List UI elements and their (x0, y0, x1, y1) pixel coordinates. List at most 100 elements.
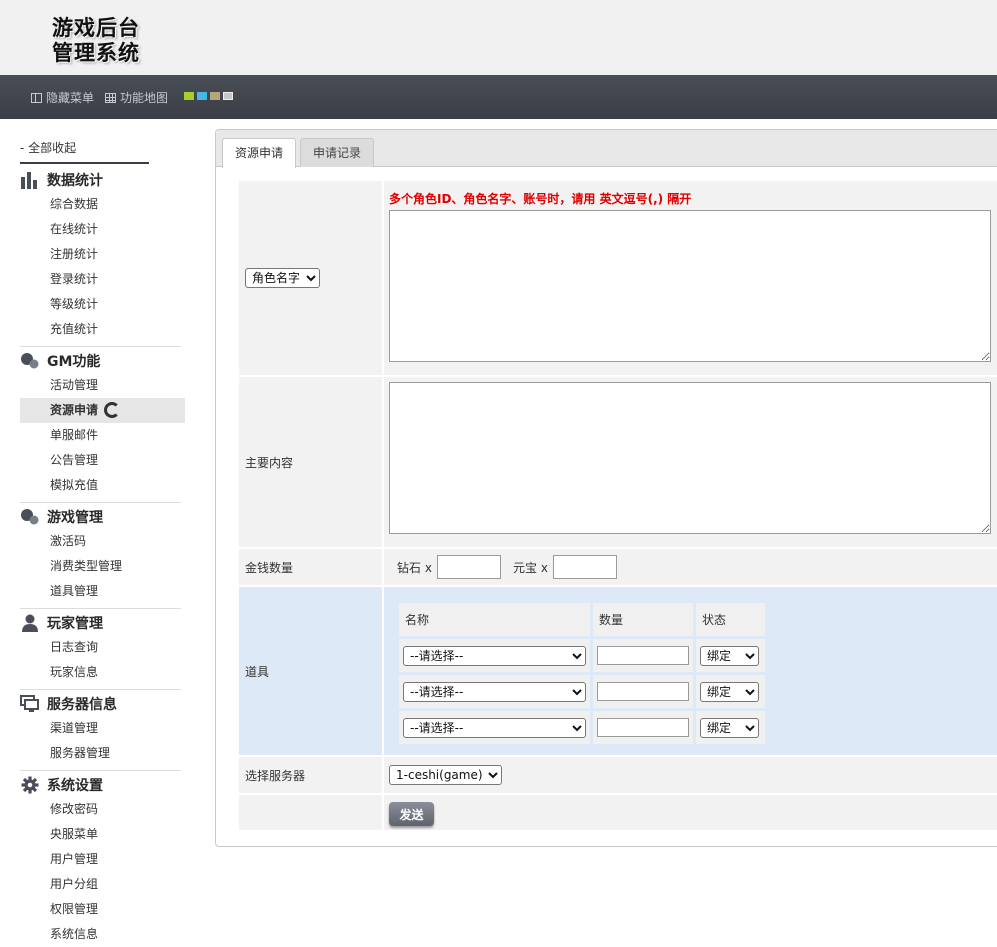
item-row: --请选择-- 绑定 (399, 639, 765, 672)
sidebar-item[interactable]: 单服邮件 (20, 423, 181, 448)
sidebar-group-header[interactable]: 数据统计 (20, 167, 181, 192)
target-type-cell: 角色名字 (239, 181, 382, 375)
theme-swatches (184, 92, 233, 100)
sidebar-divider (20, 502, 181, 503)
form-row-submit: 发送 (239, 795, 997, 830)
function-map-label: 功能地图 (120, 91, 169, 105)
item-status-cell: 绑定 (696, 639, 765, 672)
sidebar-item[interactable]: 用户管理 (20, 847, 181, 872)
item-status-select[interactable]: 绑定 (700, 681, 759, 702)
sidebar-group-header[interactable]: 服务器信息 (20, 691, 181, 716)
yuanbao-input[interactable] (552, 555, 617, 579)
sidebar-group-gm: GM功能 活动管理 资源申请 单服邮件 公告管理 模拟充值 (20, 348, 185, 503)
sidebar-item[interactable]: 消费类型管理 (20, 554, 181, 579)
item-row: --请选择-- 绑定 (399, 675, 765, 708)
item-status-select[interactable]: 绑定 (700, 717, 759, 738)
tab-apply-records[interactable]: 申请记录 (300, 138, 375, 167)
sidebar-item-label: 资源申请 (50, 403, 99, 417)
theme-swatch-tan[interactable] (210, 92, 220, 100)
sidebar-item[interactable]: 系统信息 (20, 922, 181, 947)
item-count-input[interactable] (597, 682, 689, 701)
sidebar-item[interactable]: 综合数据 (20, 192, 181, 217)
tab-resource-apply[interactable]: 资源申请 (222, 138, 297, 168)
server-label: 选择服务器 (239, 757, 382, 793)
sidebar-group-system: 系统设置 修改密码 央服菜单 用户管理 用户分组 权限管理 系统信息 (20, 772, 181, 947)
item-name-cell: --请选择-- (399, 711, 590, 744)
items-cell: 名称 数量 状态 --请选择-- 绑定 --请选择-- 绑定 --请选择-- 绑… (384, 587, 997, 755)
sidebar-item[interactable]: 用户分组 (20, 872, 181, 897)
sidebar-item[interactable]: 日志查询 (20, 635, 181, 660)
target-type-select[interactable]: 角色名字 (245, 268, 320, 288)
target-list-textarea[interactable] (389, 210, 991, 362)
app-logo: 游戏后台 管理系统 (52, 15, 140, 65)
sidebar-item[interactable]: 等级统计 (20, 292, 181, 317)
sidebar-item[interactable]: 服务器管理 (20, 741, 181, 766)
sidebar-item[interactable]: 公告管理 (20, 448, 181, 473)
item-count-input[interactable] (597, 718, 689, 737)
logo-line1: 游戏后台 (52, 15, 140, 40)
sidebar-group-title: GM功能 (47, 353, 101, 370)
user-icon (20, 614, 40, 632)
sidebar-item[interactable]: 充值统计 (20, 317, 181, 342)
form-row-content: 主要内容 (239, 377, 997, 547)
item-status-cell: 绑定 (696, 711, 765, 744)
yuanbao-group: 元宝 x (513, 555, 617, 579)
sidebar-group-header[interactable]: 玩家管理 (20, 610, 181, 635)
sidebar-item[interactable]: 登录统计 (20, 267, 181, 292)
main-content-textarea[interactable] (389, 382, 991, 534)
sidebar-divider (20, 689, 181, 690)
sidebar-group-title: 系统设置 (47, 777, 103, 794)
sidebar-item[interactable]: 权限管理 (20, 897, 181, 922)
main-content-label: 主要内容 (239, 377, 382, 547)
sidebar-item[interactable]: 注册统计 (20, 242, 181, 267)
item-row: --请选择-- 绑定 (399, 711, 765, 744)
gear-icon (20, 776, 40, 794)
sidebar-item[interactable]: 模拟充值 (20, 473, 181, 498)
sidebar-group-title: 玩家管理 (47, 615, 103, 632)
theme-swatch-blue[interactable] (197, 92, 207, 100)
theme-swatch-gray[interactable] (223, 92, 233, 100)
target-hint: 多个角色ID、角色名字、账号时，请用 英文逗号(,) 隔开 (389, 192, 692, 206)
sidebar-item[interactable]: 玩家信息 (20, 660, 181, 685)
item-name-select[interactable]: --请选择-- (403, 717, 586, 738)
sidebar-item[interactable]: 央服菜单 (20, 822, 181, 847)
bubbles-icon (20, 508, 40, 526)
item-status-select[interactable]: 绑定 (700, 645, 759, 666)
collapse-all-link[interactable]: - 全部收起 (20, 139, 149, 164)
item-name-select[interactable]: --请选择-- (403, 681, 586, 702)
sidebar-group-stats: 数据统计 综合数据 在线统计 注册统计 登录统计 等级统计 充值统计 (20, 167, 181, 347)
theme-swatch-green[interactable] (184, 92, 194, 100)
target-input-cell: 多个角色ID、角色名字、账号时，请用 英文逗号(,) 隔开 (384, 181, 997, 375)
hide-menu-button[interactable]: 隐藏菜单 (31, 89, 94, 106)
function-map-button[interactable]: 功能地图 (105, 89, 168, 106)
sidebar-group-header[interactable]: 系统设置 (20, 772, 181, 797)
item-count-input[interactable] (597, 646, 689, 665)
money-label: 金钱数量 (239, 549, 382, 585)
send-button[interactable]: 发送 (389, 802, 434, 826)
items-table: 名称 数量 状态 --请选择-- 绑定 --请选择-- 绑定 --请选择-- 绑… (396, 600, 768, 747)
sidebar-divider (20, 770, 181, 771)
sidebar-group-title: 游戏管理 (47, 509, 103, 526)
sidebar-item[interactable]: 在线统计 (20, 217, 181, 242)
server-select[interactable]: 1-ceshi(game) (389, 765, 502, 785)
item-name-select[interactable]: --请选择-- (403, 645, 586, 666)
sidebar-item[interactable]: 渠道管理 (20, 716, 181, 741)
sidebar-divider (20, 608, 181, 609)
sidebar-group-header[interactable]: 游戏管理 (20, 504, 181, 529)
money-cell: 钻石 x 元宝 x (384, 549, 997, 585)
diamond-input[interactable] (436, 555, 501, 579)
menu-icon (31, 92, 42, 103)
monitor-icon (20, 694, 40, 713)
item-count-cell (593, 639, 693, 672)
grid-icon (105, 92, 116, 103)
sidebar-item[interactable]: 活动管理 (20, 373, 181, 398)
sidebar-item[interactable]: 激活码 (20, 529, 181, 554)
sidebar-item-active[interactable]: 资源申请 (20, 398, 185, 423)
sidebar-item[interactable]: 道具管理 (20, 579, 181, 604)
logo-line2: 管理系统 (52, 40, 140, 65)
app-header: 游戏后台 管理系统 (0, 0, 997, 75)
sidebar-item[interactable]: 修改密码 (20, 797, 181, 822)
item-count-cell (593, 711, 693, 744)
form-row-server: 选择服务器 1-ceshi(game) (239, 757, 997, 793)
sidebar-group-header[interactable]: GM功能 (20, 348, 181, 373)
